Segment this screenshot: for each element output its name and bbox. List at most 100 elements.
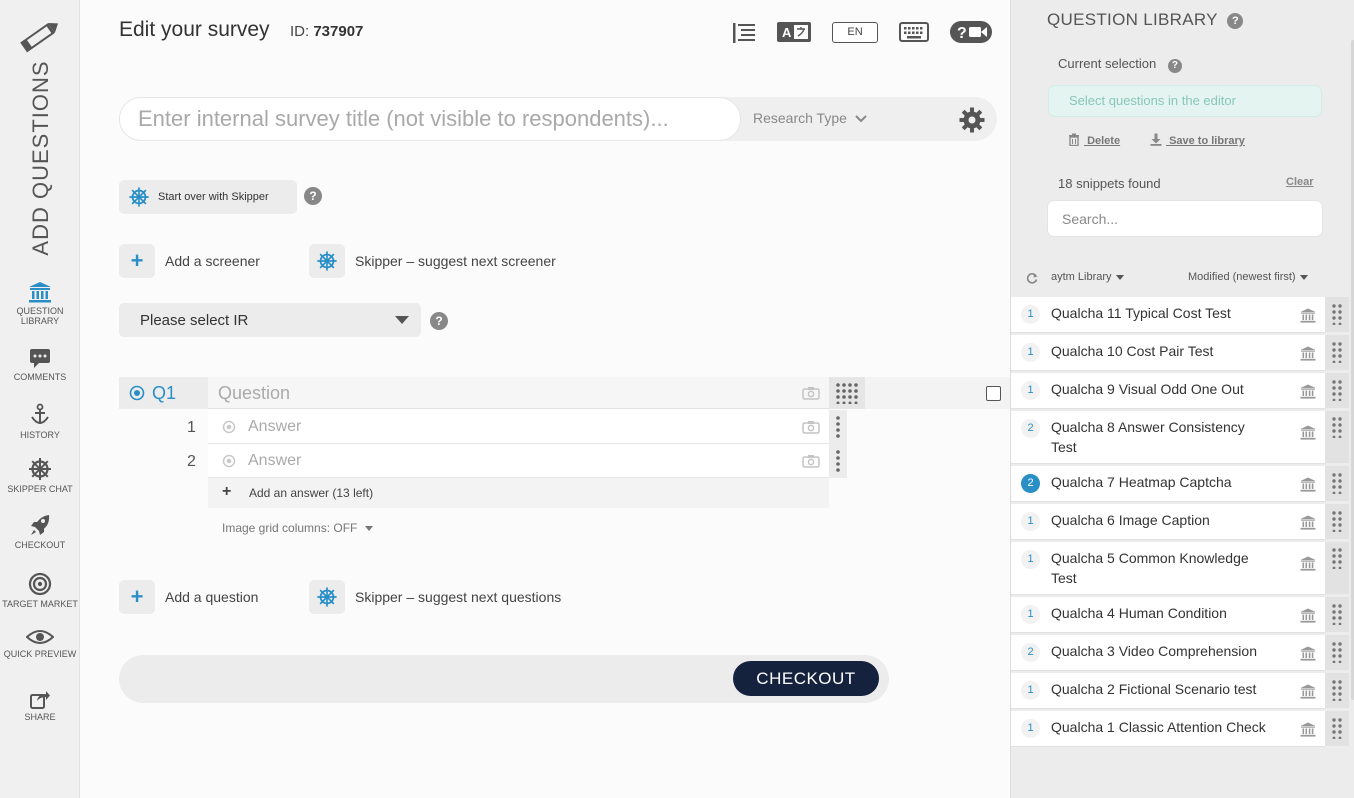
snippet-drag-handle[interactable] [1325, 542, 1349, 594]
outline-view-icon[interactable] [732, 22, 756, 44]
snippet-drag-handle[interactable] [1325, 711, 1349, 746]
ship-wheel-icon [317, 587, 337, 607]
bank-icon[interactable] [1300, 646, 1316, 661]
language-button[interactable]: EN [832, 22, 878, 43]
skipper-suggest-screener-button[interactable]: Skipper – suggest next screener [355, 253, 556, 269]
save-to-library-button[interactable]: Save to library [1150, 133, 1245, 147]
bank-icon[interactable] [1300, 684, 1316, 699]
sort-label: Modified (newest first) [1188, 271, 1296, 283]
image-grid-toggle[interactable]: Image grid columns: OFF [222, 521, 373, 535]
snippet-item[interactable]: 1 Qualcha 11 Typical Cost Test [1011, 297, 1325, 333]
checkout-button[interactable]: CHECKOUT [733, 661, 879, 696]
library-source-dropdown[interactable]: aytm Library [1051, 271, 1124, 283]
help-video-icon[interactable]: ? [950, 21, 992, 43]
answer-row[interactable]: Answer [208, 444, 829, 478]
answer-drag-handle[interactable] [829, 410, 847, 444]
clear-button[interactable]: Clear [1286, 176, 1314, 188]
snippet-count-badge: 1 [1021, 681, 1040, 700]
target-icon [28, 572, 52, 596]
sort-dropdown[interactable]: Modified (newest first) [1188, 271, 1308, 283]
snippet-drag-handle[interactable] [1325, 335, 1349, 370]
snippet-drag-handle[interactable] [1325, 673, 1349, 708]
camera-icon[interactable] [802, 454, 820, 468]
snippet-item[interactable]: 1 Qualcha 6 Image Caption [1011, 504, 1325, 540]
skipper-suggest-questions-button[interactable]: Skipper – suggest next questions [355, 589, 561, 605]
answer-drag-handle[interactable] [829, 444, 847, 478]
snippet-item[interactable]: 1 Qualcha 10 Cost Pair Test [1011, 335, 1325, 371]
keyboard-icon[interactable] [899, 22, 929, 42]
start-over-label: Start over with Skipper [158, 191, 269, 203]
snippet-count-badge: 2 [1021, 419, 1040, 438]
question-select-checkbox[interactable] [986, 386, 1001, 401]
help-icon[interactable]: ? [430, 312, 448, 330]
help-icon[interactable]: ? [1167, 59, 1182, 73]
start-over-skipper-button[interactable]: Start over with Skipper [119, 180, 297, 214]
snippet-item[interactable]: 1 Qualcha 1 Classic Attention Check [1011, 711, 1325, 747]
snippet-item[interactable]: 2 Qualcha 3 Video Comprehension [1011, 635, 1325, 671]
ir-select-value: Please select IR [140, 312, 249, 329]
snippet-count-badge: 1 [1021, 305, 1040, 324]
snippet-item[interactable]: 2 Qualcha 7 Heatmap Captcha [1011, 466, 1325, 502]
bank-icon[interactable] [1300, 346, 1316, 361]
snippet-count-badge: 1 [1021, 550, 1040, 569]
snippet-drag-handle[interactable] [1325, 411, 1349, 463]
help-icon[interactable]: ? [1227, 13, 1244, 29]
camera-icon[interactable] [802, 386, 820, 400]
snippet-item[interactable]: 2 Qualcha 8 Answer Consistency Test [1011, 411, 1325, 464]
question-input[interactable]: Question [208, 377, 829, 409]
survey-title-input[interactable] [119, 97, 741, 141]
snippet-item[interactable]: 1 Qualcha 4 Human Condition [1011, 597, 1325, 633]
sidebar-item-skipper-chat[interactable]: SKIPPER CHAT [0, 457, 80, 494]
add-screener-button[interactable]: Add a screener [165, 253, 260, 269]
sidebar-item-history[interactable]: HISTORY [0, 403, 80, 440]
bank-icon[interactable] [1300, 608, 1316, 623]
sidebar-item-question-library[interactable]: QUESTION LIBRARY [0, 281, 80, 326]
skipper-screener-icon-box[interactable] [309, 244, 345, 278]
snippet-item[interactable]: 1 Qualcha 2 Fictional Scenario test [1011, 673, 1325, 709]
snippet-item[interactable]: 1 Qualcha 5 Common Knowledge Test [1011, 542, 1325, 595]
drag-dots-icon [1332, 680, 1342, 701]
snippet-count-badge: 1 [1021, 719, 1040, 738]
bank-icon[interactable] [1300, 308, 1316, 323]
bank-icon[interactable] [1300, 722, 1316, 737]
bank-icon[interactable] [1300, 556, 1316, 571]
sidebar-item-checkout[interactable]: CHECKOUT [0, 513, 80, 550]
help-icon[interactable]: ? [304, 187, 322, 205]
bank-icon[interactable] [1300, 384, 1316, 399]
add-screener-plus-icon[interactable]: + [119, 244, 155, 278]
sidebar-item-quick-preview[interactable]: QUICK PREVIEW [0, 628, 80, 659]
camera-icon[interactable] [802, 420, 820, 434]
bank-icon[interactable] [1300, 515, 1316, 530]
bank-icon[interactable] [1300, 425, 1316, 440]
add-question-plus-icon[interactable]: + [119, 580, 155, 614]
snippet-drag-handle[interactable] [1325, 373, 1349, 408]
snippet-drag-handle[interactable] [1325, 297, 1349, 332]
sidebar-item-target-market[interactable]: TARGET MARKET [0, 572, 80, 609]
gear-icon[interactable] [959, 107, 985, 133]
sidebar-item-label: SKIPPER CHAT [7, 484, 73, 494]
skipper-questions-icon-box[interactable] [309, 580, 345, 614]
refresh-icon[interactable] [1026, 272, 1038, 284]
ir-select[interactable]: Please select IR [119, 303, 421, 337]
snippet-drag-handle[interactable] [1325, 504, 1349, 539]
drag-dots-icon [1332, 718, 1342, 739]
sidebar-item-share[interactable]: SHARE [0, 689, 80, 722]
sidebar-item-comments[interactable]: COMMENTS [0, 347, 80, 382]
add-question-button[interactable]: Add a question [165, 589, 258, 605]
snippet-count-badge: 1 [1021, 343, 1040, 362]
bank-icon[interactable] [1300, 477, 1316, 492]
add-answer-button[interactable]: + Add an answer (13 left) [208, 478, 829, 508]
library-search-input[interactable] [1047, 200, 1323, 237]
answer-row[interactable]: Answer [208, 410, 829, 444]
snippet-drag-handle[interactable] [1325, 466, 1349, 501]
snippet-drag-handle[interactable] [1325, 597, 1349, 632]
snippet-count-badge: 2 [1021, 474, 1040, 493]
translate-icon[interactable]: A [777, 22, 811, 42]
snippet-drag-handle[interactable] [1325, 635, 1349, 670]
radio-type-icon[interactable] [129, 385, 145, 401]
drag-dots-icon [1332, 473, 1342, 494]
research-type-dropdown[interactable]: Research Type [753, 110, 867, 126]
snippet-item[interactable]: 1 Qualcha 9 Visual Odd One Out [1011, 373, 1325, 409]
delete-button[interactable]: Delete [1068, 133, 1120, 147]
question-drag-handle[interactable] [829, 377, 865, 409]
